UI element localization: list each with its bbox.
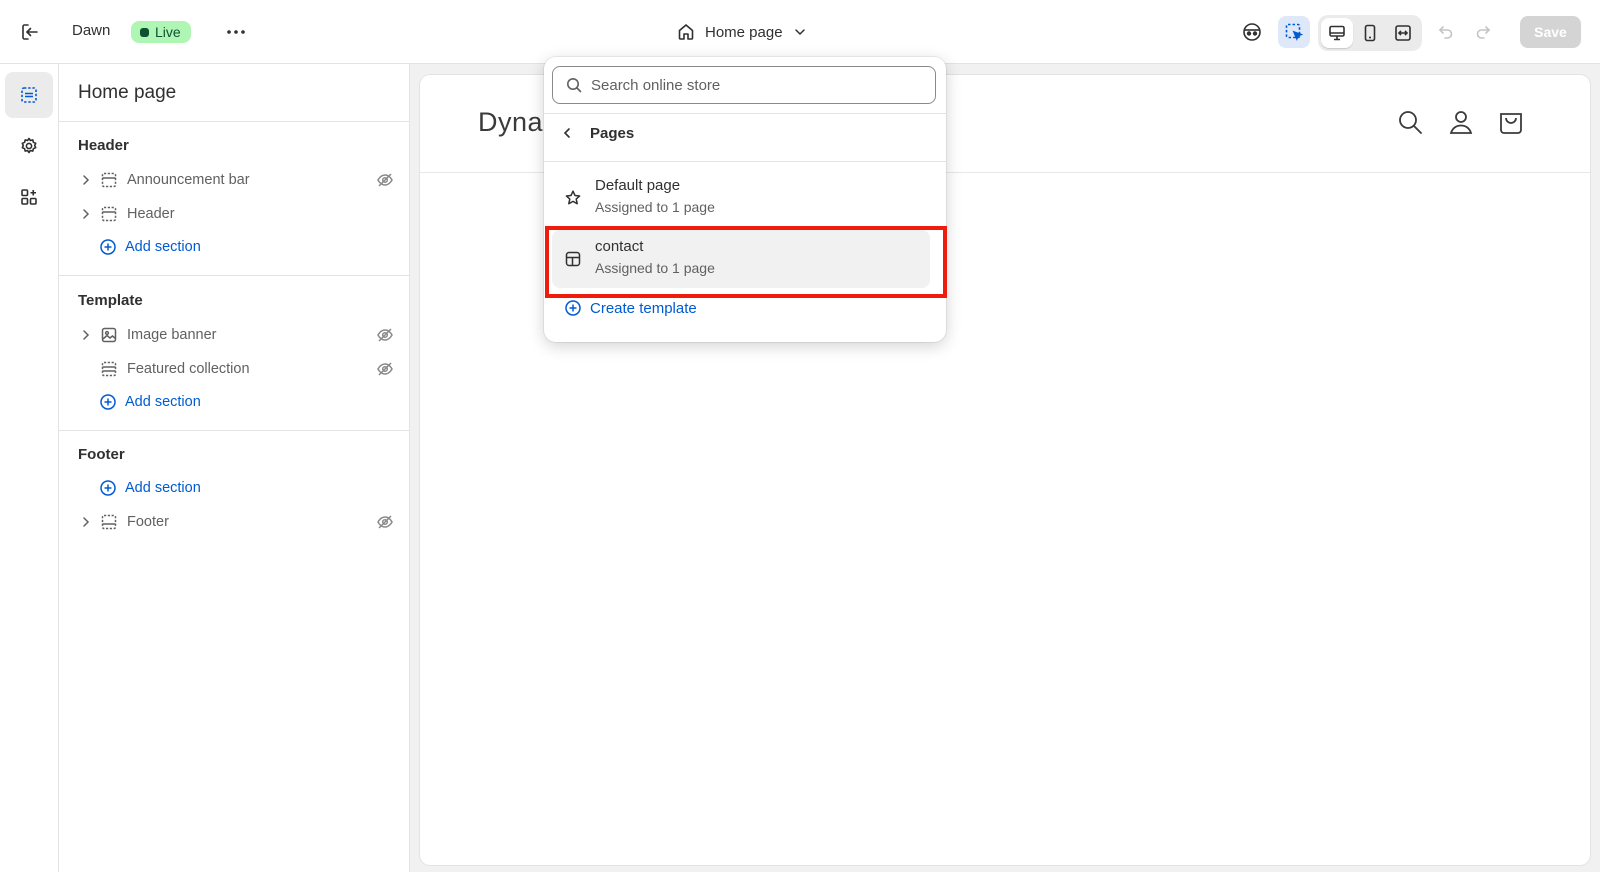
page-selector[interactable]: Home page — [676, 20, 808, 44]
save-button[interactable]: Save — [1520, 16, 1581, 48]
eye-hidden-icon[interactable] — [376, 171, 394, 189]
add-section-button-footer[interactable]: Add section — [99, 475, 201, 501]
home-icon — [676, 22, 696, 42]
section-label: Footer — [127, 514, 169, 530]
template-item-default-page[interactable]: Default page Assigned to 1 page — [552, 169, 930, 227]
create-template-button[interactable]: Create template — [564, 297, 697, 319]
fullwidth-icon — [1395, 25, 1411, 41]
settings-rail-button[interactable] — [5, 123, 53, 169]
settings-icon — [21, 137, 37, 154]
chevron-left-icon — [560, 126, 574, 140]
back-label: Pages — [590, 124, 635, 142]
divider — [59, 275, 410, 276]
add-section-label: Add section — [125, 480, 201, 496]
undo-button[interactable] — [1430, 16, 1462, 48]
section-label: Featured collection — [127, 361, 250, 377]
live-badge-label: Live — [155, 24, 181, 40]
left-rail — [0, 64, 59, 872]
live-dot-icon — [140, 27, 149, 37]
section-row-featured-collection[interactable]: Featured collection — [78, 354, 398, 384]
plus-circle-icon — [564, 299, 582, 317]
eye-hidden-icon[interactable] — [376, 326, 394, 344]
header-section-icon — [100, 205, 118, 223]
footer-section-icon — [100, 513, 118, 531]
exit-icon[interactable] — [18, 20, 42, 44]
fullwidth-view-button[interactable] — [1387, 18, 1419, 48]
viewport-toggle-group — [1318, 15, 1422, 51]
sections-sidebar: Home page Header Announcement bar Header… — [59, 64, 410, 872]
add-section-button-header[interactable]: Add section — [99, 234, 201, 260]
desktop-icon — [1329, 25, 1345, 41]
template-assignment: Assigned to 1 page — [595, 260, 715, 276]
current-page-label: Home page — [705, 23, 783, 41]
section-label: Header — [127, 206, 175, 222]
more-icon — [227, 30, 245, 34]
sections-rail-button[interactable] — [5, 72, 53, 118]
section-row-footer[interactable]: Footer — [78, 507, 398, 537]
eye-hidden-icon[interactable] — [376, 513, 394, 531]
section-row-announcement-bar[interactable]: Announcement bar — [78, 165, 398, 195]
apps-icon — [21, 189, 37, 205]
search-icon[interactable] — [1395, 107, 1425, 137]
chevron-right-icon[interactable] — [78, 515, 94, 529]
section-row-header[interactable]: Header — [78, 199, 398, 229]
redo-button[interactable] — [1467, 16, 1499, 48]
template-assignment: Assigned to 1 page — [595, 199, 715, 215]
theme-name: Dawn — [72, 22, 111, 39]
template-layout-icon — [564, 250, 582, 268]
chevron-right-icon[interactable] — [78, 207, 94, 221]
search-input[interactable] — [591, 76, 911, 94]
inspector-button[interactable] — [1278, 16, 1310, 48]
divider — [544, 113, 946, 114]
eye-hidden-icon[interactable] — [376, 360, 394, 378]
undo-icon — [1438, 26, 1453, 39]
chevron-down-icon — [792, 24, 808, 40]
sidebar-title: Home page — [78, 82, 177, 103]
inspector-icon — [1285, 23, 1304, 41]
mobile-icon — [1364, 24, 1376, 42]
plus-circle-icon — [99, 479, 117, 497]
section-label: Image banner — [127, 327, 217, 343]
group-title-template: Template — [78, 292, 143, 309]
page-template-dropdown: Pages Default page Assigned to 1 page co… — [544, 57, 946, 342]
more-actions-button[interactable] — [224, 20, 248, 44]
image-icon — [100, 326, 118, 344]
header-section-icon — [100, 171, 118, 189]
star-icon — [564, 189, 582, 207]
add-section-label: Add section — [125, 239, 201, 255]
chevron-right-icon[interactable] — [78, 173, 94, 187]
apps-rail-button[interactable] — [5, 174, 53, 220]
eyes-icon — [1243, 23, 1261, 41]
live-status-badge: Live — [131, 21, 191, 43]
group-title-footer: Footer — [78, 446, 125, 463]
mobile-view-button[interactable] — [1354, 18, 1386, 48]
section-label: Announcement bar — [127, 172, 250, 188]
chevron-right-icon[interactable] — [78, 328, 94, 342]
create-template-label: Create template — [590, 299, 697, 317]
divider — [59, 430, 410, 431]
plus-circle-icon — [99, 393, 117, 411]
divider — [59, 121, 410, 122]
collection-section-icon — [100, 360, 118, 378]
desktop-view-button[interactable] — [1321, 18, 1353, 48]
account-icon[interactable] — [1446, 107, 1476, 137]
add-section-button-template[interactable]: Add section — [99, 389, 201, 415]
template-name: contact — [595, 238, 644, 255]
cart-icon[interactable] — [1496, 107, 1526, 137]
redo-icon — [1476, 26, 1491, 39]
add-section-label: Add section — [125, 394, 201, 410]
group-title-header: Header — [78, 137, 129, 154]
search-field[interactable] — [552, 66, 936, 104]
back-to-pages-button[interactable]: Pages — [560, 121, 634, 145]
sections-icon — [21, 87, 37, 103]
template-name: Default page — [595, 177, 681, 194]
template-item-contact[interactable]: contact Assigned to 1 page — [552, 230, 930, 288]
search-icon — [565, 76, 583, 94]
preview-eyes-button[interactable] — [1236, 16, 1268, 48]
section-row-image-banner[interactable]: Image banner — [78, 320, 398, 350]
divider — [544, 161, 946, 162]
store-name: Dynar — [478, 107, 553, 137]
top-bar: Dawn Live Home page Save — [0, 0, 1600, 64]
plus-circle-icon — [99, 238, 117, 256]
